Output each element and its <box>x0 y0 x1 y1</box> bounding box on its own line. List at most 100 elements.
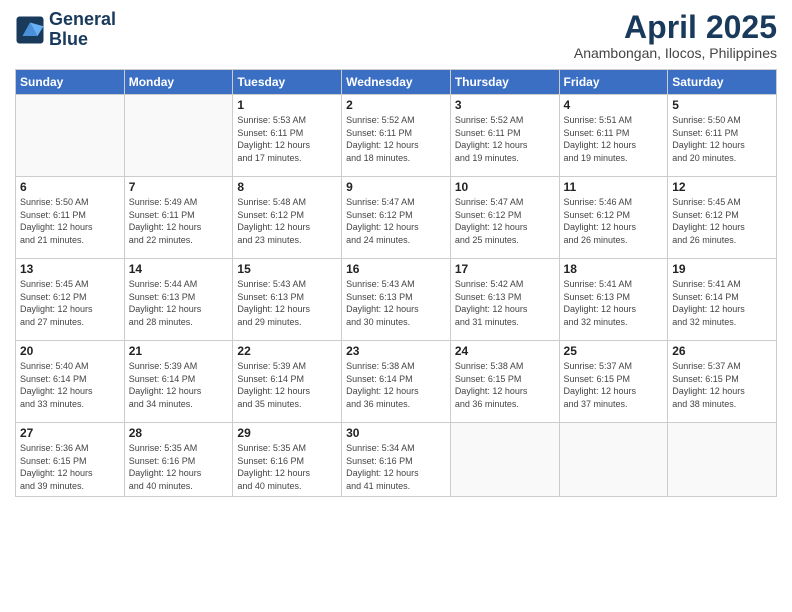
day-info: Sunrise: 5:40 AM Sunset: 6:14 PM Dayligh… <box>20 360 120 410</box>
day-number: 11 <box>564 180 664 194</box>
calendar-cell: 30Sunrise: 5:34 AM Sunset: 6:16 PM Dayli… <box>342 423 451 496</box>
day-info: Sunrise: 5:44 AM Sunset: 6:13 PM Dayligh… <box>129 278 229 328</box>
calendar-cell: 13Sunrise: 5:45 AM Sunset: 6:12 PM Dayli… <box>16 259 125 341</box>
day-info: Sunrise: 5:41 AM Sunset: 6:14 PM Dayligh… <box>672 278 772 328</box>
day-number: 6 <box>20 180 120 194</box>
calendar-cell <box>450 423 559 496</box>
calendar-cell: 26 Sunrise: 5:37 AM Sunset: 6:15 PM Dayli… <box>668 341 777 423</box>
day-info: Sunrise: 5:37 AM Sunset: 6:15 PM Dayligh… <box>672 360 772 410</box>
calendar-table: SundayMondayTuesdayWednesdayThursdayFrid… <box>15 69 777 496</box>
day-number: 22 <box>237 344 337 358</box>
calendar-cell <box>668 423 777 496</box>
weekday-header-tuesday: Tuesday <box>233 70 342 95</box>
day-number: 26 <box>672 344 772 358</box>
weekday-header-friday: Friday <box>559 70 668 95</box>
day-info: Sunrise: 5:47 AM Sunset: 6:12 PM Dayligh… <box>346 196 446 246</box>
logo-text: General Blue <box>49 10 116 50</box>
weekday-header-saturday: Saturday <box>668 70 777 95</box>
day-info: Sunrise: 5:51 AM Sunset: 6:11 PM Dayligh… <box>564 114 664 164</box>
calendar-cell: 28Sunrise: 5:35 AM Sunset: 6:16 PM Dayli… <box>124 423 233 496</box>
month-title: April 2025 <box>574 10 777 45</box>
day-number: 28 <box>129 426 229 440</box>
day-number: 25 <box>564 344 664 358</box>
calendar-cell: 24 Sunrise: 5:38 AM Sunset: 6:15 PM Dayli… <box>450 341 559 423</box>
page: General Blue April 2025 Anambongan, Iloc… <box>0 0 792 612</box>
day-info: Sunrise: 5:50 AM Sunset: 6:11 PM Dayligh… <box>20 196 120 246</box>
logo-icon <box>15 15 45 45</box>
day-number: 21 <box>129 344 229 358</box>
day-number: 17 <box>455 262 555 276</box>
calendar-cell: 2 Sunrise: 5:52 AM Sunset: 6:11 PM Daylig… <box>342 95 451 177</box>
calendar-cell: 10Sunrise: 5:47 AM Sunset: 6:12 PM Dayli… <box>450 177 559 259</box>
day-info: Sunrise: 5:43 AM Sunset: 6:13 PM Dayligh… <box>346 278 446 328</box>
day-number: 2 <box>346 98 446 112</box>
day-number: 5 <box>672 98 772 112</box>
day-number: 8 <box>237 180 337 194</box>
calendar-cell: 7Sunrise: 5:49 AM Sunset: 6:11 PM Daylig… <box>124 177 233 259</box>
day-info: Sunrise: 5:48 AM Sunset: 6:12 PM Dayligh… <box>237 196 337 246</box>
day-number: 18 <box>564 262 664 276</box>
location: Anambongan, Ilocos, Philippines <box>574 45 777 61</box>
calendar-cell: 19Sunrise: 5:41 AM Sunset: 6:14 PM Dayli… <box>668 259 777 341</box>
day-info: Sunrise: 5:52 AM Sunset: 6:11 PM Dayligh… <box>455 114 555 164</box>
day-info: Sunrise: 5:37 AM Sunset: 6:15 PM Dayligh… <box>564 360 664 410</box>
day-number: 27 <box>20 426 120 440</box>
day-info: Sunrise: 5:41 AM Sunset: 6:13 PM Dayligh… <box>564 278 664 328</box>
calendar-cell: 25 Sunrise: 5:37 AM Sunset: 6:15 PM Dayli… <box>559 341 668 423</box>
calendar-week-row-2: 6 Sunrise: 5:50 AM Sunset: 6:11 PM Daylig… <box>16 177 777 259</box>
day-info: Sunrise: 5:52 AM Sunset: 6:11 PM Dayligh… <box>346 114 446 164</box>
day-info: Sunrise: 5:38 AM Sunset: 6:15 PM Dayligh… <box>455 360 555 410</box>
day-info: Sunrise: 5:45 AM Sunset: 6:12 PM Dayligh… <box>672 196 772 246</box>
day-info: Sunrise: 5:36 AM Sunset: 6:15 PM Dayligh… <box>20 442 120 492</box>
day-info: Sunrise: 5:39 AM Sunset: 6:14 PM Dayligh… <box>237 360 337 410</box>
day-number: 9 <box>346 180 446 194</box>
day-number: 15 <box>237 262 337 276</box>
calendar-cell: 23 Sunrise: 5:38 AM Sunset: 6:14 PM Dayli… <box>342 341 451 423</box>
logo-line2: Blue <box>49 29 88 49</box>
calendar-cell: 9 Sunrise: 5:47 AM Sunset: 6:12 PM Daylig… <box>342 177 451 259</box>
calendar-cell: 17 Sunrise: 5:42 AM Sunset: 6:13 PM Dayli… <box>450 259 559 341</box>
day-number: 12 <box>672 180 772 194</box>
calendar-cell: 6 Sunrise: 5:50 AM Sunset: 6:11 PM Daylig… <box>16 177 125 259</box>
calendar-cell: 20 Sunrise: 5:40 AM Sunset: 6:14 PM Dayli… <box>16 341 125 423</box>
day-info: Sunrise: 5:38 AM Sunset: 6:14 PM Dayligh… <box>346 360 446 410</box>
day-number: 13 <box>20 262 120 276</box>
day-number: 3 <box>455 98 555 112</box>
title-block: April 2025 Anambongan, Ilocos, Philippin… <box>574 10 777 61</box>
day-number: 20 <box>20 344 120 358</box>
day-number: 10 <box>455 180 555 194</box>
day-number: 1 <box>237 98 337 112</box>
day-number: 4 <box>564 98 664 112</box>
calendar-header-row: SundayMondayTuesdayWednesdayThursdayFrid… <box>16 70 777 95</box>
day-number: 7 <box>129 180 229 194</box>
calendar-week-row-1: 1 Sunrise: 5:53 AM Sunset: 6:11 PM Daylig… <box>16 95 777 177</box>
weekday-header-wednesday: Wednesday <box>342 70 451 95</box>
logo: General Blue <box>15 10 116 50</box>
weekday-header-thursday: Thursday <box>450 70 559 95</box>
day-number: 24 <box>455 344 555 358</box>
calendar-cell: 29Sunrise: 5:35 AM Sunset: 6:16 PM Dayli… <box>233 423 342 496</box>
weekday-header-sunday: Sunday <box>16 70 125 95</box>
day-info: Sunrise: 5:43 AM Sunset: 6:13 PM Dayligh… <box>237 278 337 328</box>
calendar-week-row-4: 20 Sunrise: 5:40 AM Sunset: 6:14 PM Dayli… <box>16 341 777 423</box>
day-info: Sunrise: 5:46 AM Sunset: 6:12 PM Dayligh… <box>564 196 664 246</box>
calendar-cell: 4 Sunrise: 5:51 AM Sunset: 6:11 PM Daylig… <box>559 95 668 177</box>
day-number: 14 <box>129 262 229 276</box>
day-info: Sunrise: 5:34 AM Sunset: 6:16 PM Dayligh… <box>346 442 446 492</box>
calendar-cell: 11 Sunrise: 5:46 AM Sunset: 6:12 PM Dayli… <box>559 177 668 259</box>
calendar-cell: 27 Sunrise: 5:36 AM Sunset: 6:15 PM Dayli… <box>16 423 125 496</box>
day-number: 23 <box>346 344 446 358</box>
calendar-cell: 18 Sunrise: 5:41 AM Sunset: 6:13 PM Dayli… <box>559 259 668 341</box>
calendar-cell: 12 Sunrise: 5:45 AM Sunset: 6:12 PM Dayli… <box>668 177 777 259</box>
calendar-week-row-5: 27 Sunrise: 5:36 AM Sunset: 6:15 PM Dayli… <box>16 423 777 496</box>
calendar-cell: 21Sunrise: 5:39 AM Sunset: 6:14 PM Dayli… <box>124 341 233 423</box>
calendar-cell <box>124 95 233 177</box>
weekday-header-monday: Monday <box>124 70 233 95</box>
day-number: 16 <box>346 262 446 276</box>
calendar-cell: 15 Sunrise: 5:43 AM Sunset: 6:13 PM Dayli… <box>233 259 342 341</box>
logo-line1: General <box>49 9 116 29</box>
calendar-cell: 8 Sunrise: 5:48 AM Sunset: 6:12 PM Daylig… <box>233 177 342 259</box>
day-info: Sunrise: 5:42 AM Sunset: 6:13 PM Dayligh… <box>455 278 555 328</box>
header: General Blue April 2025 Anambongan, Iloc… <box>15 10 777 61</box>
day-info: Sunrise: 5:53 AM Sunset: 6:11 PM Dayligh… <box>237 114 337 164</box>
